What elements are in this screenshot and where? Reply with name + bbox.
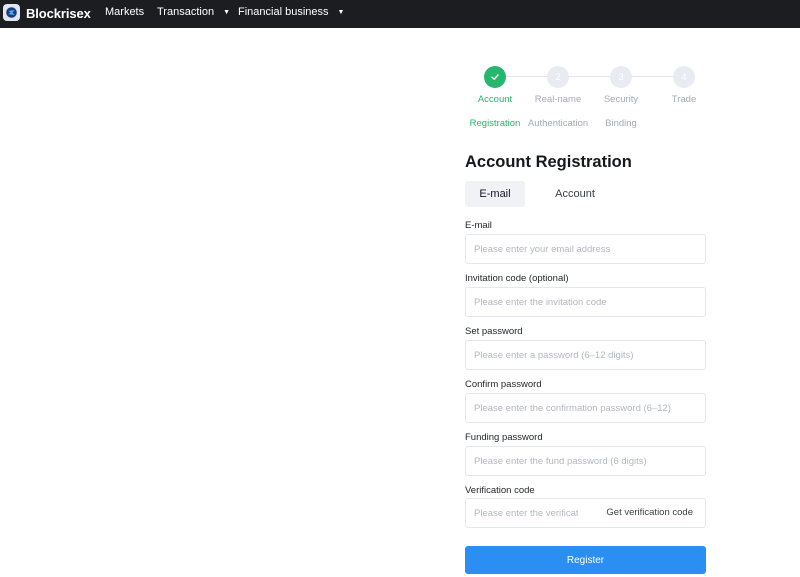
funding-password-label: Funding password xyxy=(465,432,543,443)
step-4-label-line1: Trade xyxy=(671,94,697,105)
step-2-circle: 2 xyxy=(547,66,569,88)
verification-code-field[interactable] xyxy=(466,499,586,527)
brand-name[interactable]: Blockrisex xyxy=(26,6,91,21)
funding-password-field[interactable] xyxy=(465,446,706,476)
nav-markets-label: Markets xyxy=(105,6,145,18)
invitation-code-field[interactable] xyxy=(465,287,706,317)
step-connector xyxy=(506,76,547,77)
tab-email[interactable]: E-mail xyxy=(465,181,525,207)
invitation-code-label: Invitation code (optional) xyxy=(465,273,569,284)
verification-code-group: Get verification code xyxy=(465,498,706,528)
confirm-password-label: Confirm password xyxy=(465,379,542,390)
nav-transaction[interactable]: Transaction ▼ xyxy=(157,6,230,18)
page-title: Account Registration xyxy=(465,153,632,171)
tab-account[interactable]: Account xyxy=(540,181,610,207)
register-button[interactable]: Register xyxy=(465,546,706,574)
check-icon xyxy=(491,74,499,80)
step-3-circle: 3 xyxy=(610,66,632,88)
brand-logo-icon[interactable] xyxy=(3,4,20,21)
nav-financial-business[interactable]: Financial business ▼ xyxy=(238,6,344,18)
nav-financial-label: Financial business xyxy=(238,6,329,18)
nav-transaction-label: Transaction xyxy=(157,6,215,18)
step-4-circle: 4 xyxy=(673,66,695,88)
email-field[interactable] xyxy=(465,234,706,264)
set-password-field[interactable] xyxy=(465,340,706,370)
nav-markets[interactable]: Markets xyxy=(105,6,144,18)
confirm-password-field[interactable] xyxy=(465,393,706,423)
step-connector xyxy=(632,76,673,77)
top-navigation-bar: Blockrisex Markets Transaction ▼ Financi… xyxy=(0,0,800,28)
set-password-label: Set password xyxy=(465,326,523,337)
email-label: E-mail xyxy=(465,220,492,231)
caret-down-icon: ▼ xyxy=(223,8,230,16)
step-connector xyxy=(569,76,610,77)
get-verification-code-button[interactable]: Get verification code xyxy=(606,507,693,518)
verification-code-label: Verification code xyxy=(465,485,535,496)
step-3-label-line2: Binding xyxy=(605,118,637,129)
caret-down-icon: ▼ xyxy=(337,8,345,16)
step-1-done-circle xyxy=(484,66,506,88)
